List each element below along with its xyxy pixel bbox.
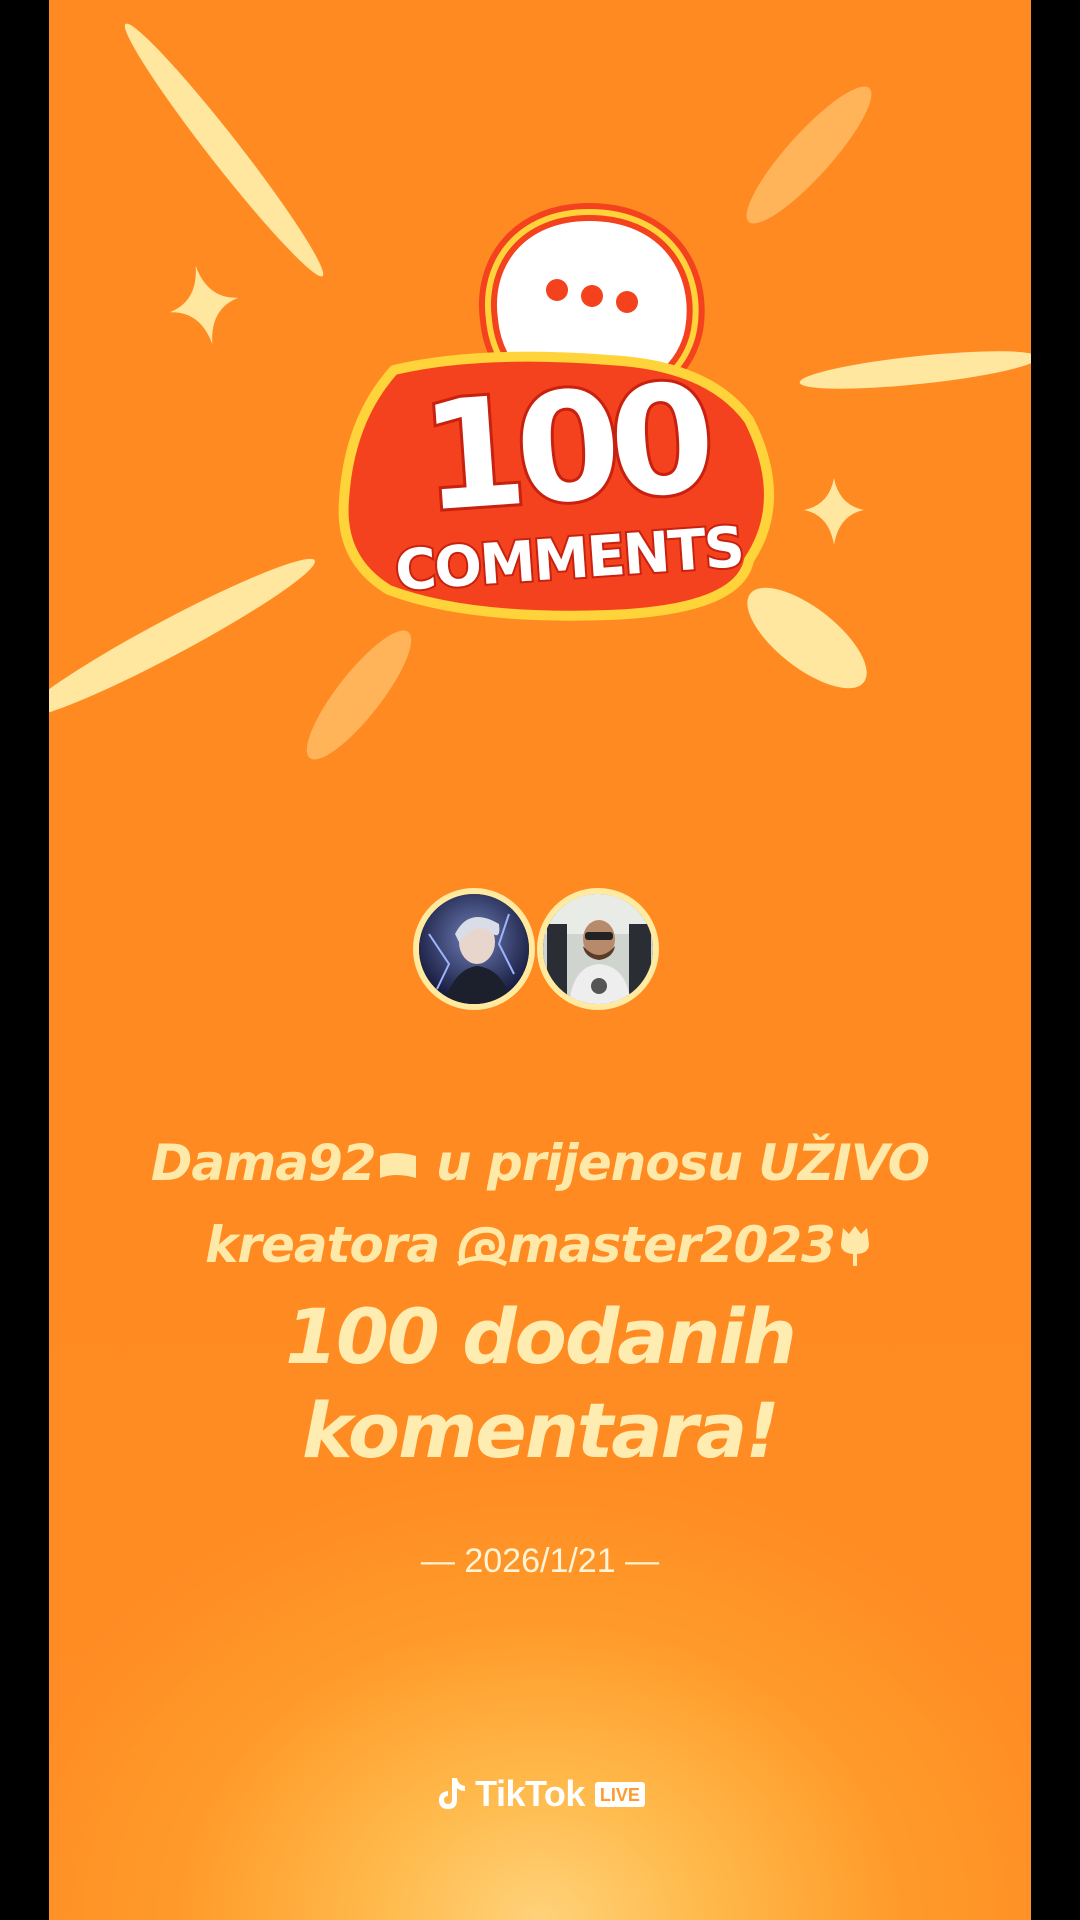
milestone-line-2: komentara! (302, 1386, 780, 1475)
rose-icon (835, 1213, 875, 1289)
comments-badge: 100 COMMENTS (338, 203, 774, 621)
burst-ray (306, 630, 412, 760)
viewer-avatar-image (419, 894, 529, 1004)
burst-ray (49, 558, 315, 718)
brand-name: TikTok (475, 1773, 585, 1814)
creator-avatar-image (543, 894, 653, 1004)
avatar-group (49, 888, 1031, 1018)
viewer-name: Dama92 (150, 1134, 377, 1192)
headline-line-1: Dama92 u prijenosu UŽIVO (49, 1125, 1031, 1207)
viewer-avatar[interactable] (413, 888, 535, 1010)
creator-prefix: kreatora (205, 1216, 440, 1274)
celebration-card: 100 COMMENTS Dama92 u prijenosu UŽIVO kr… (49, 0, 1031, 1920)
creator-avatar[interactable] (537, 888, 659, 1010)
burst-ray (746, 86, 872, 224)
milestone-line-1: 100 dodanih (285, 1292, 797, 1381)
creator-name: master2023 (507, 1216, 836, 1274)
sparkle-icon (169, 265, 239, 345)
burst-ray (799, 351, 1031, 389)
live-phrase: u prijenosu UŽIVO (435, 1134, 930, 1192)
milestone-headline: Dama92 u prijenosu UŽIVO kreatora master… (49, 1125, 1031, 1289)
milestone-title: 100 dodanih komentara! (49, 1290, 1031, 1478)
white-flag-icon (376, 1131, 420, 1207)
sparkle-icon (804, 478, 864, 545)
milestone-date: — 2026/1/21 — (420, 1542, 660, 1580)
tiktok-live-brand: TikTok LIVE (49, 1773, 1031, 1815)
celebration-burst: 100 COMMENTS (49, 23, 1031, 760)
burst-ray (124, 23, 324, 277)
live-badge: LIVE (594, 1781, 645, 1807)
burst-ray (747, 587, 867, 689)
screen: 100 COMMENTS Dama92 u prijenosu UŽIVO kr… (0, 0, 1080, 1920)
dragon-icon (456, 1213, 508, 1289)
tiktok-logo-icon (439, 1778, 466, 1809)
badge-number: 100 (416, 352, 714, 546)
headline-line-2: kreatora master2023 (49, 1207, 1031, 1289)
